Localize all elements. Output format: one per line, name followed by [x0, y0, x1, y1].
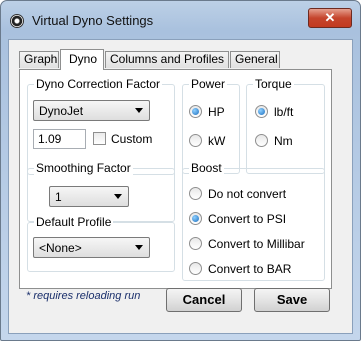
boost-bar-radio[interactable]	[189, 262, 202, 275]
default-profile-group: Default Profile <None>	[27, 215, 175, 272]
custom-checkbox[interactable]	[93, 132, 106, 145]
boost-psi-radio[interactable]	[189, 212, 202, 225]
boost-do-not-convert-radio[interactable]	[189, 187, 202, 200]
chevron-down-icon	[135, 108, 143, 113]
boost-bar-label: Convert to BAR	[208, 262, 292, 276]
app-icon	[10, 14, 24, 28]
boost-millibar-radio[interactable]	[189, 237, 202, 250]
torque-lbft-radio[interactable]	[255, 105, 268, 118]
default-profile-select[interactable]: <None>	[33, 237, 150, 258]
smoothing-label: Smoothing Factor	[34, 161, 133, 175]
dyno-correction-label: Dyno Correction Factor	[34, 77, 163, 91]
default-profile-label: Default Profile	[34, 215, 114, 229]
tab-dyno[interactable]: Dyno	[60, 49, 104, 70]
torque-nm-radio[interactable]	[255, 134, 268, 147]
boost-do-not-convert-label: Do not convert	[208, 187, 287, 201]
torque-nm-label: Nm	[274, 134, 293, 148]
power-hp-label: HP	[208, 105, 225, 119]
correction-factor-field[interactable]: 1.09	[33, 129, 86, 149]
tab-general[interactable]: General	[230, 51, 280, 68]
dyno-tab-page: Dyno Correction Factor DynoJet 1.09 Cust…	[19, 69, 332, 289]
torque-label: Torque	[253, 77, 294, 91]
cancel-button[interactable]: Cancel	[166, 288, 242, 312]
smoothing-select[interactable]: 1	[49, 186, 129, 207]
tab-columns-and-profiles[interactable]: Columns and Profiles	[105, 51, 229, 68]
dyno-correction-value: DynoJet	[39, 104, 84, 118]
power-hp-radio[interactable]	[189, 105, 202, 118]
chevron-down-icon	[135, 245, 143, 250]
torque-lbft-label: lb/ft	[274, 105, 294, 119]
reload-note: * requires reloading run	[26, 290, 141, 302]
save-button[interactable]: Save	[254, 288, 330, 312]
settings-window: Virtual Dyno Settings ✕ Graph Dyno Colum…	[0, 0, 361, 341]
boost-group: Boost Do not convert Convert to PSI Conv…	[182, 161, 325, 281]
close-button[interactable]: ✕	[308, 8, 352, 28]
smoothing-group: Smoothing Factor 1	[27, 161, 175, 222]
chevron-down-icon	[114, 194, 122, 199]
window-title: Virtual Dyno Settings	[32, 13, 154, 28]
default-profile-value: <None>	[39, 241, 82, 255]
power-kw-label: kW	[208, 134, 226, 148]
power-label: Power	[189, 77, 228, 91]
smoothing-value: 1	[55, 190, 62, 204]
title-bar[interactable]: Virtual Dyno Settings ✕	[1, 1, 360, 41]
torque-group: Torque lb/ft Nm	[246, 77, 325, 174]
dyno-correction-select[interactable]: DynoJet	[33, 100, 150, 121]
power-kw-radio[interactable]	[189, 134, 202, 147]
custom-checkbox-label: Custom	[111, 132, 153, 146]
boost-label: Boost	[189, 161, 224, 175]
boost-psi-label: Convert to PSI	[208, 212, 287, 226]
boost-millibar-label: Convert to Millibar	[208, 237, 305, 251]
tab-graph[interactable]: Graph	[19, 51, 59, 68]
